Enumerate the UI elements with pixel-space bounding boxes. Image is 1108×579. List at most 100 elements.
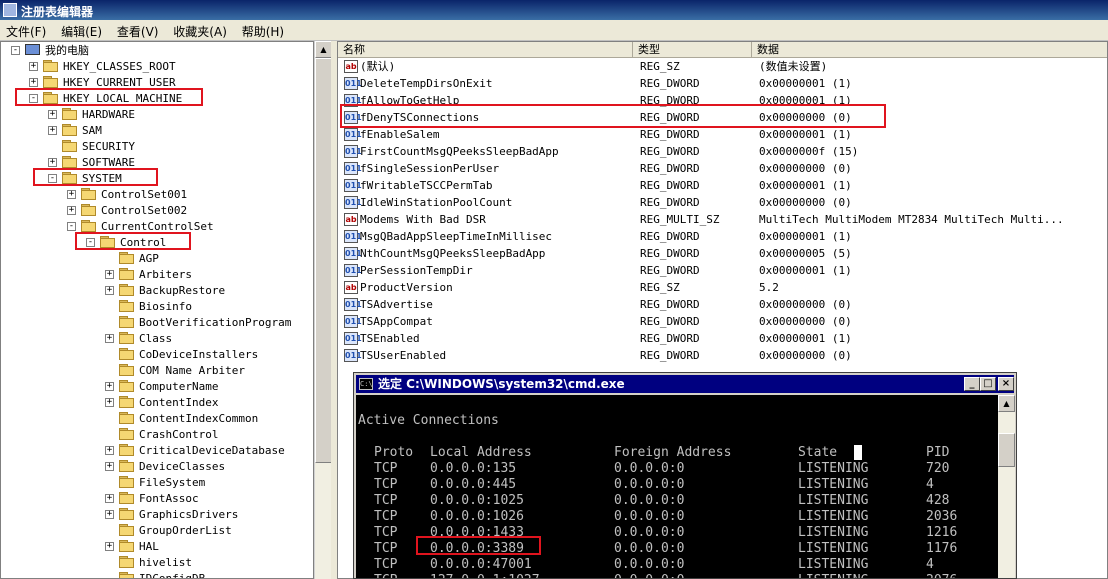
col-foreign-address: Foreign Address bbox=[614, 445, 732, 460]
connection-cell: TCP bbox=[374, 477, 398, 492]
value-name: Modems With Bad DSR bbox=[360, 213, 486, 226]
binary-value-icon: 011 bbox=[344, 179, 362, 192]
connection-cell: TCP bbox=[374, 493, 398, 508]
menu-file[interactable]: 文件(F) bbox=[0, 20, 51, 40]
registry-tree[interactable]: - 我的电脑 + HKEY_CLASSES_ROOT + HKEY_CURRENT_USE… bbox=[0, 41, 314, 579]
value-type: REG_DWORD bbox=[640, 162, 700, 175]
tree-node-label: ControlSet002 bbox=[101, 204, 188, 217]
binary-value-icon: 011 bbox=[344, 264, 362, 277]
expand-icon[interactable]: + bbox=[48, 126, 57, 135]
connection-cell: LISTENING bbox=[798, 509, 869, 524]
value-data: 0x00000000 (0) bbox=[759, 298, 852, 311]
string-value-icon: ab bbox=[344, 281, 358, 294]
connection-cell: 0.0.0.0:47001 bbox=[430, 557, 532, 572]
connection-cell: 0.0.0.0:0 bbox=[614, 557, 685, 572]
value-type: REG_DWORD bbox=[640, 230, 700, 243]
expand-icon[interactable]: + bbox=[105, 462, 114, 471]
value-name: TSUserEnabled bbox=[360, 349, 447, 362]
binary-value-icon: 011 bbox=[344, 247, 362, 260]
value-type: REG_DWORD bbox=[640, 145, 700, 158]
minimize-button[interactable]: _ bbox=[964, 377, 980, 391]
tree-node-label: GraphicsDrivers bbox=[139, 508, 239, 521]
expand-icon[interactable]: + bbox=[29, 78, 38, 87]
expand-icon[interactable]: + bbox=[29, 62, 38, 71]
expand-icon[interactable]: + bbox=[105, 494, 114, 503]
folder-icon bbox=[119, 460, 135, 473]
expand-icon[interactable]: + bbox=[105, 286, 114, 295]
value-type: REG_DWORD bbox=[640, 264, 700, 277]
expand-icon[interactable]: + bbox=[67, 206, 76, 215]
value-type: REG_MULTI_SZ bbox=[640, 213, 720, 226]
tree-node-label: ContentIndex bbox=[139, 396, 219, 409]
highlight-hklm bbox=[15, 88, 203, 106]
expand-icon[interactable]: + bbox=[48, 110, 57, 119]
menu-edit[interactable]: 编辑(E) bbox=[55, 20, 107, 40]
col-proto: Proto bbox=[374, 445, 414, 460]
menu-help[interactable]: 帮助(H) bbox=[236, 20, 289, 40]
tree-node-label: AGP bbox=[139, 252, 159, 265]
console-scrollbar[interactable]: ▲ bbox=[998, 395, 1015, 578]
folder-icon bbox=[62, 140, 78, 153]
value-type: REG_DWORD bbox=[640, 315, 700, 328]
scroll-up-arrow-icon[interactable]: ▲ bbox=[998, 395, 1015, 412]
close-button[interactable]: × bbox=[998, 377, 1014, 391]
value-type: REG_DWORD bbox=[640, 332, 700, 345]
connection-cell: 0.0.0.0:0 bbox=[614, 461, 685, 476]
connection-cell: 127.0.0.1:1027 bbox=[430, 573, 540, 578]
expand-icon[interactable]: + bbox=[105, 542, 114, 551]
cmd-titlebar[interactable]: C:\ 选定 C:\WINDOWS\system32\cmd.exe _ □ × bbox=[356, 375, 1014, 393]
binary-value-icon: 011 bbox=[344, 332, 362, 345]
connection-cell: TCP bbox=[374, 557, 398, 572]
value-data: MultiTech MultiModem MT2834 MultiTech Mu… bbox=[759, 213, 1064, 226]
expand-icon[interactable]: + bbox=[105, 446, 114, 455]
tree-node-label: CriticalDeviceDatabase bbox=[139, 444, 285, 457]
maximize-button[interactable]: □ bbox=[980, 377, 996, 391]
folder-icon bbox=[119, 476, 135, 489]
value-data: 0x00000000 (0) bbox=[759, 349, 852, 362]
folder-icon bbox=[119, 572, 135, 578]
console-icon: C:\ bbox=[359, 378, 373, 390]
tree-node-label: CoDeviceInstallers bbox=[139, 348, 259, 361]
scroll-thumb[interactable] bbox=[998, 433, 1015, 467]
connection-cell: 2036 bbox=[926, 509, 958, 524]
folder-icon bbox=[119, 252, 135, 265]
connection-cell: 1216 bbox=[926, 525, 958, 540]
column-header-data[interactable]: 数据 bbox=[752, 42, 1107, 58]
expand-icon[interactable]: + bbox=[48, 158, 57, 167]
folder-icon bbox=[81, 204, 97, 217]
value-data: 5.2 bbox=[759, 281, 779, 294]
collapse-icon[interactable]: - bbox=[67, 222, 76, 231]
connection-cell: 0.0.0.0:1025 bbox=[430, 493, 524, 508]
string-value-icon: ab bbox=[344, 213, 358, 226]
tree-scrollbar[interactable]: ▲ bbox=[314, 41, 332, 579]
connection-cell: LISTENING bbox=[798, 541, 869, 556]
folder-icon bbox=[119, 492, 135, 505]
expand-icon[interactable]: + bbox=[105, 382, 114, 391]
collapse-icon[interactable]: - bbox=[11, 46, 20, 55]
folder-icon bbox=[119, 316, 135, 329]
tree-node-label: Biosinfo bbox=[139, 300, 192, 313]
tree-node-label: ComputerName bbox=[139, 380, 219, 393]
connection-cell: 1176 bbox=[926, 541, 958, 556]
connection-cell: 720 bbox=[926, 461, 950, 476]
tree-node-label: HKEY_CLASSES_ROOT bbox=[63, 60, 176, 73]
folder-icon bbox=[119, 444, 135, 457]
expand-icon[interactable]: + bbox=[67, 190, 76, 199]
menu-view[interactable]: 查看(V) bbox=[111, 20, 164, 40]
expand-icon[interactable]: + bbox=[105, 334, 114, 343]
scroll-up-arrow-icon[interactable]: ▲ bbox=[315, 41, 332, 58]
connection-cell: TCP bbox=[374, 541, 398, 556]
scroll-thumb[interactable] bbox=[315, 58, 332, 463]
expand-icon[interactable]: + bbox=[105, 398, 114, 407]
column-header-type[interactable]: 类型 bbox=[633, 42, 752, 58]
tree-node-label: HARDWARE bbox=[82, 108, 135, 121]
expand-icon[interactable]: + bbox=[105, 270, 114, 279]
window-titlebar[interactable]: 注册表编辑器 bbox=[0, 0, 1108, 20]
column-header-name[interactable]: 名称 bbox=[338, 42, 633, 58]
menu-favorites[interactable]: 收藏夹(A) bbox=[167, 20, 232, 40]
value-name: PerSessionTempDir bbox=[360, 264, 473, 277]
connection-cell: 0.0.0.0:0 bbox=[614, 525, 685, 540]
expand-icon[interactable]: + bbox=[105, 510, 114, 519]
highlight-fdenytsconnections bbox=[340, 104, 886, 128]
value-name: IdleWinStationPoolCount bbox=[360, 196, 513, 209]
